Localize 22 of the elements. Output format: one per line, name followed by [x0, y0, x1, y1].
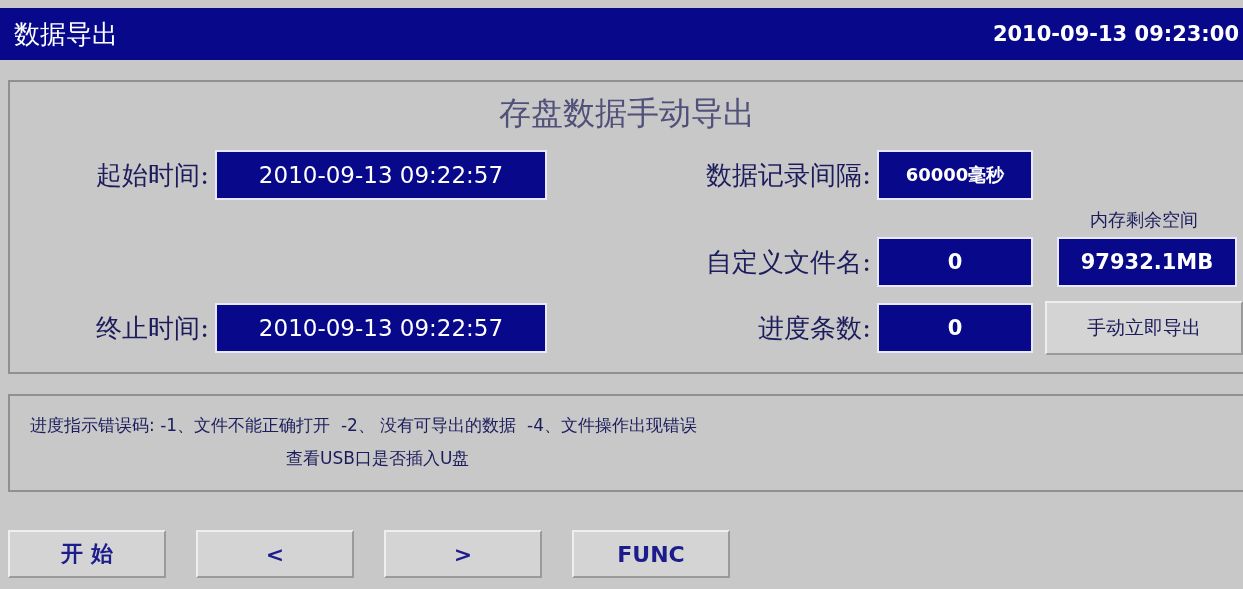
field-label: 进度条数: — [758, 311, 872, 345]
date-time: 2010-09-13 09:23:00 — [992, 22, 1239, 46]
nav-button[interactable]: < — [196, 530, 354, 578]
export-button[interactable]: 手动立即导出 — [1045, 301, 1243, 355]
field-label: 内存剩余空间 — [1090, 208, 1198, 232]
nav-button[interactable]: > — [384, 530, 542, 578]
interval-field[interactable]: 60000毫秒 — [877, 150, 1033, 200]
memory-field: 97932.1MB — [1057, 237, 1237, 287]
field-label: 自定义文件名: — [706, 245, 872, 279]
start-time-field[interactable]: 2010-09-13 09:22:57 — [215, 150, 547, 200]
field-label: 起始时间: — [96, 158, 210, 192]
window-title: 数据导出 — [14, 17, 118, 51]
nav-button[interactable]: 开 始 — [8, 530, 166, 578]
field-label: 终止时间: — [96, 311, 210, 345]
file-name-field[interactable]: 0 — [877, 237, 1033, 287]
panel-title: 存盘数据手动导出 — [497, 93, 756, 134]
error-text: 查看USB口是否插入U盘 — [285, 447, 471, 470]
progress-field: 0 — [877, 303, 1033, 353]
end-time-field[interactable]: 2010-09-13 09:22:57 — [215, 303, 547, 353]
error-text: 进度指示错误码: -1、文件不能正确打开 -2、 没有可导出的数据 -4、文件操作出现错误 — [30, 414, 698, 437]
nav-button[interactable]: FUNC — [572, 530, 730, 578]
field-label: 数据记录间隔: — [706, 158, 872, 192]
